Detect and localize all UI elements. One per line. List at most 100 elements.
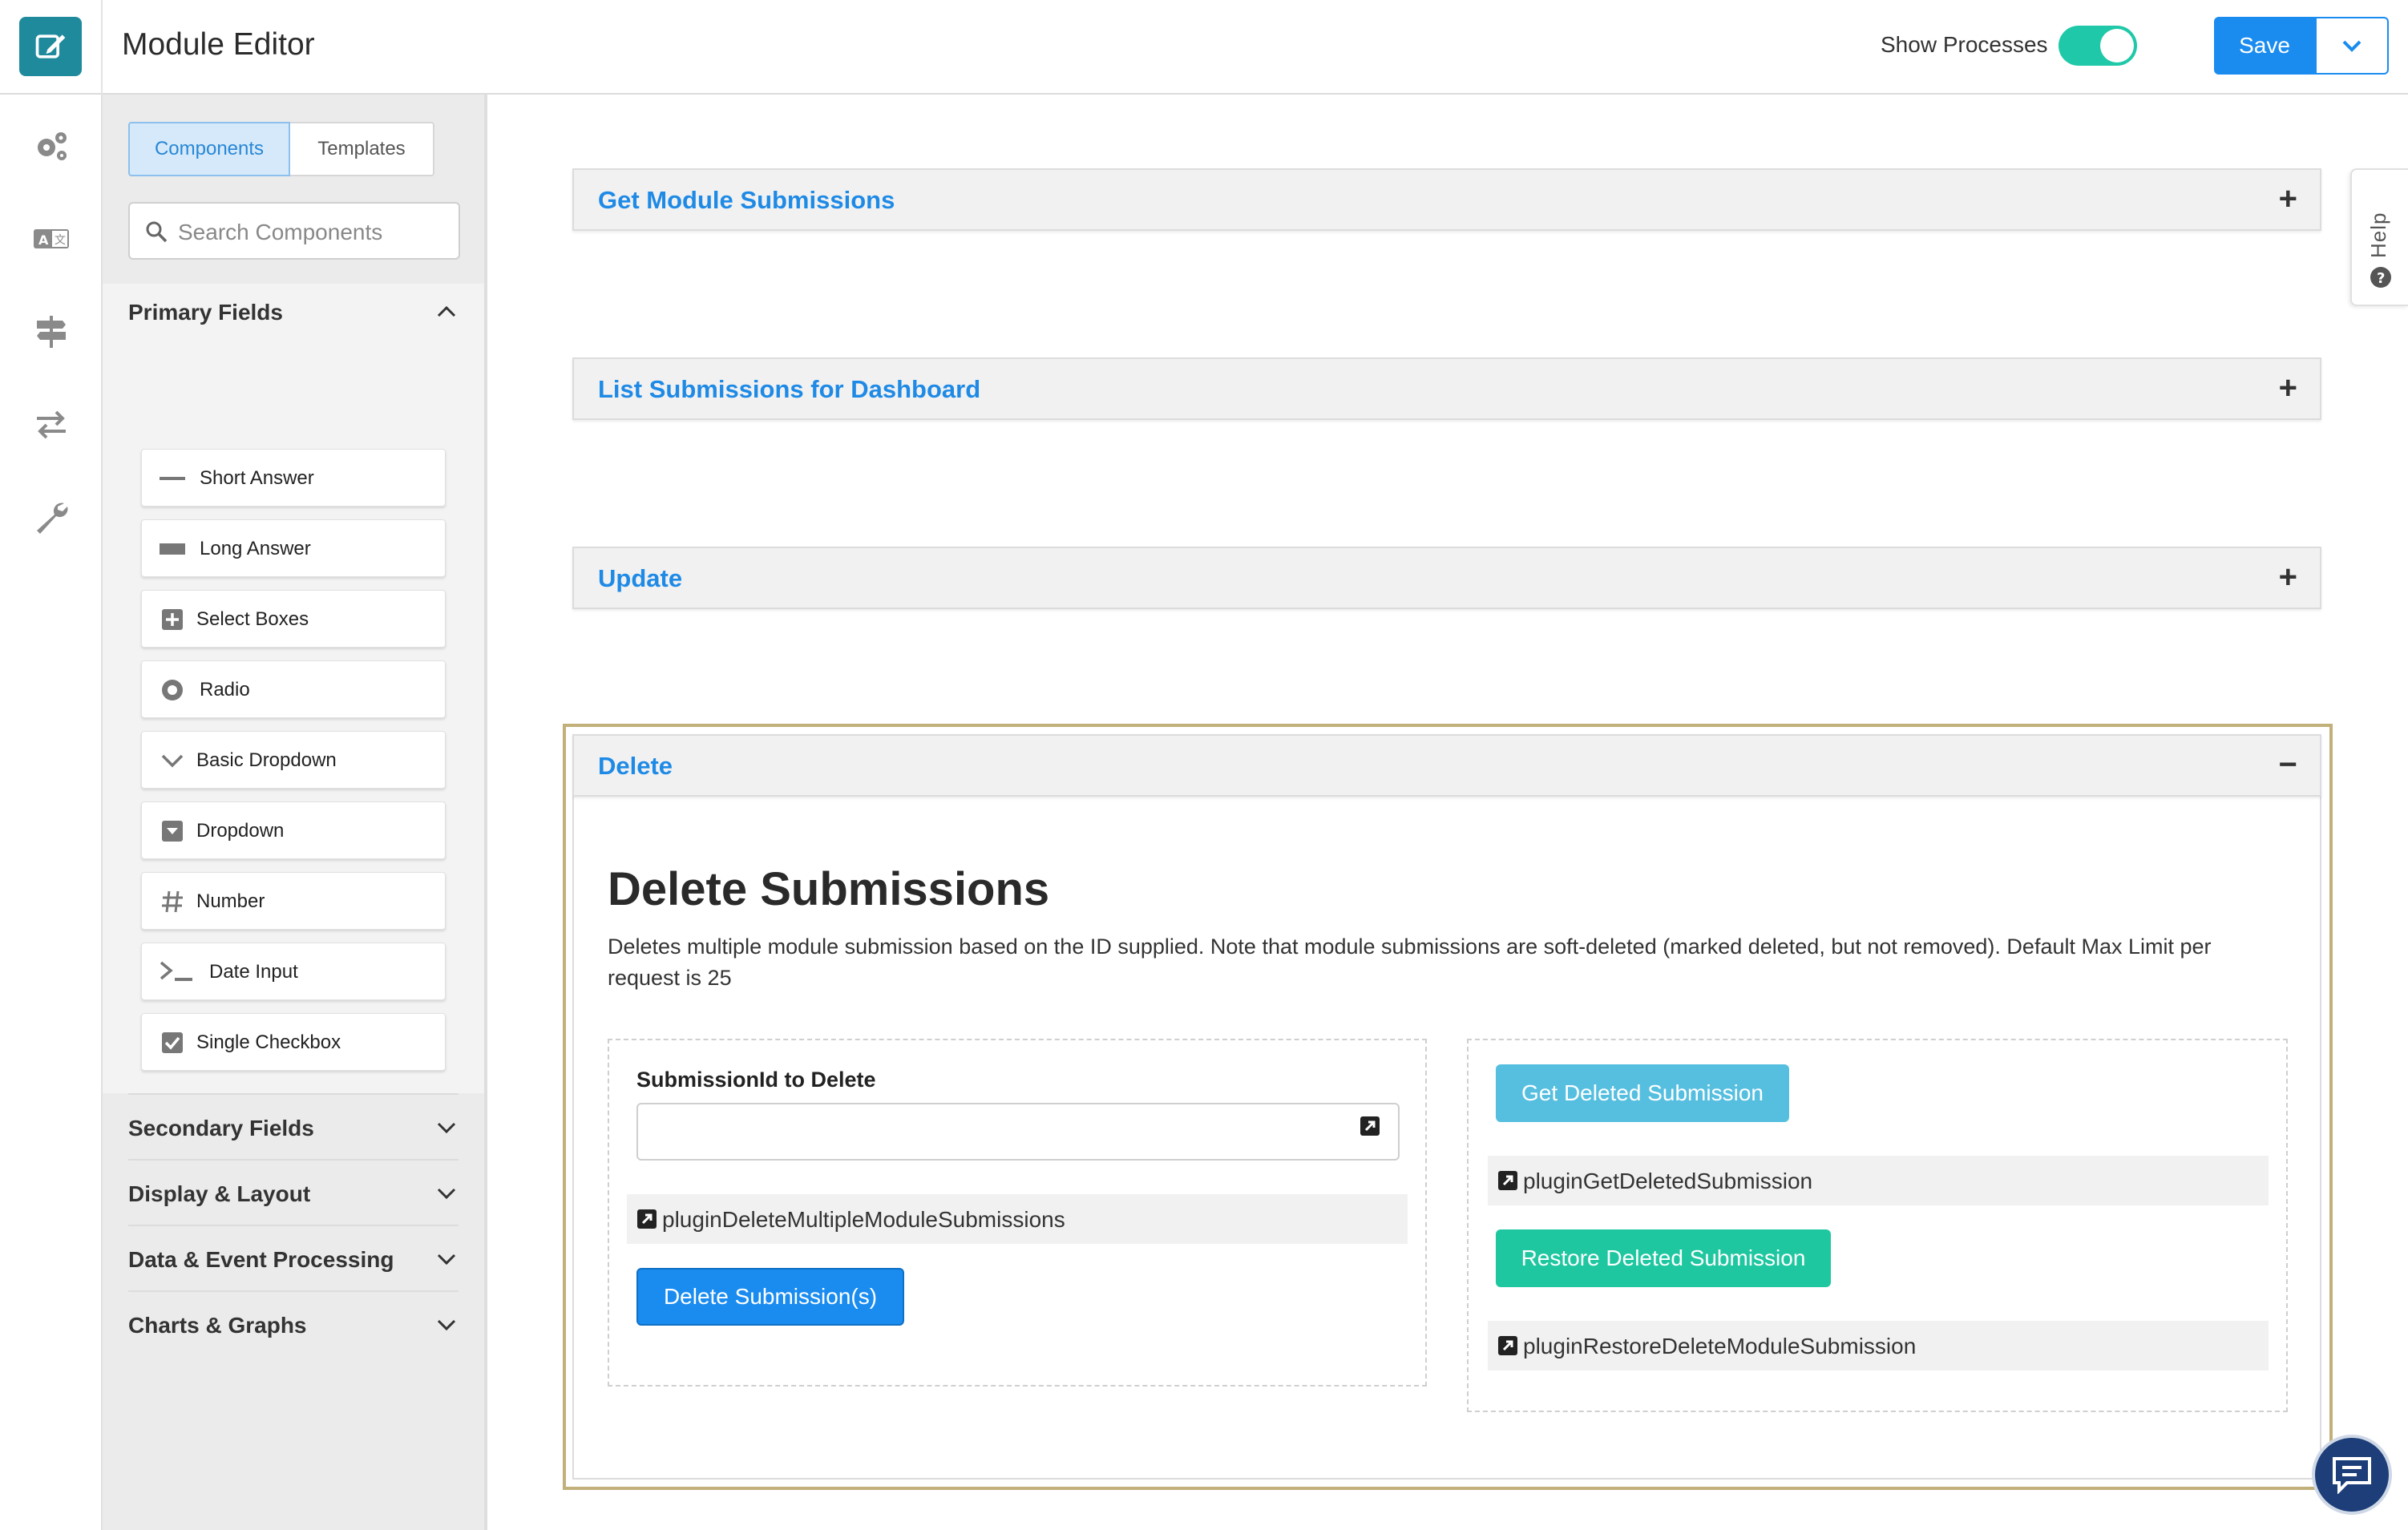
component-single-checkbox[interactable]: Single Checkbox [141, 1013, 446, 1071]
toggle-knob [2100, 29, 2134, 63]
components-panel: Components Templates Search Components P… [103, 95, 487, 1530]
component-label: Radio [200, 679, 250, 700]
section-list-submissions-dashboard[interactable]: List Submissions for Dashboard + [572, 357, 2321, 420]
tab-templates[interactable]: Templates [290, 122, 434, 176]
component-label: Long Answer [200, 538, 311, 559]
delete-submissions-button[interactable]: Delete Submission(s) [636, 1268, 904, 1326]
help-label: Help [2366, 212, 2390, 258]
plugin-name: pluginDeleteMultipleModuleSubmissions [662, 1207, 1065, 1232]
expand-icon[interactable]: + [2279, 183, 2297, 215]
save-options-button[interactable] [2315, 17, 2389, 75]
checkbox-icon [158, 1028, 187, 1057]
edit-icon[interactable] [19, 17, 82, 76]
plugin-delete-multiple-row[interactable]: pluginDeleteMultipleModuleSubmissions [627, 1194, 1408, 1244]
component-label: Short Answer [200, 467, 314, 489]
radio-icon [158, 676, 187, 704]
section-label: Display & Layout [128, 1181, 311, 1206]
section-update[interactable]: Update + [572, 547, 2321, 609]
external-link-icon [637, 1209, 657, 1229]
terminal-icon [158, 958, 195, 987]
primary-fields-header[interactable]: Primary Fields [128, 300, 283, 325]
question-circle-icon: ? [2370, 267, 2391, 288]
section-label: Charts & Graphs [128, 1313, 307, 1338]
external-link-icon[interactable] [1360, 1116, 1380, 1136]
search-placeholder: Search Components [178, 220, 383, 244]
hash-icon [158, 887, 187, 916]
component-label: Basic Dropdown [196, 749, 337, 771]
svg-text:文: 文 [55, 234, 66, 247]
long-answer-icon [158, 535, 187, 563]
gears-icon[interactable] [32, 127, 71, 165]
translate-icon[interactable]: A文 [32, 220, 71, 258]
section-get-module-submissions[interactable]: Get Module Submissions + [572, 168, 2321, 231]
save-button[interactable]: Save [2214, 17, 2315, 75]
chevron-down-icon [437, 1319, 456, 1331]
panel-tabs: Components Templates [128, 122, 434, 176]
section-label: Data & Event Processing [128, 1247, 394, 1272]
component-label: Single Checkbox [196, 1031, 341, 1053]
dropdown-square-icon [158, 817, 187, 846]
section-data-event-processing[interactable]: Data & Event Processing [128, 1225, 459, 1290]
primary-fields-section: Primary Fields Short Answer Long Answer … [103, 284, 484, 1093]
plugin-get-deleted-row[interactable]: pluginGetDeletedSubmission [1488, 1156, 2269, 1205]
short-answer-icon [158, 464, 187, 493]
exchange-icon[interactable] [32, 406, 71, 444]
component-select-boxes[interactable]: Select Boxes [141, 590, 446, 648]
component-label: Dropdown [196, 820, 285, 842]
show-processes-label: Show Processes [1881, 32, 2048, 57]
component-long-answer[interactable]: Long Answer [141, 519, 446, 577]
submission-id-label: SubmissionId to Delete [636, 1068, 876, 1092]
chevron-up-icon[interactable] [434, 300, 459, 324]
component-radio[interactable]: Radio [141, 660, 446, 718]
delete-heading: Delete Submissions [608, 863, 1050, 915]
chat-support-button[interactable] [2312, 1435, 2392, 1515]
section-label: Secondary Fields [128, 1116, 314, 1140]
help-tab[interactable]: Help ? [2350, 168, 2408, 306]
section-title: Get Module Submissions [598, 186, 895, 214]
expand-icon[interactable]: + [2279, 561, 2297, 593]
external-link-icon [1498, 1171, 1517, 1190]
section-charts-graphs[interactable]: Charts & Graphs [128, 1290, 459, 1356]
search-icon [146, 221, 168, 243]
collapse-icon[interactable]: − [2279, 749, 2297, 781]
get-deleted-submission-button[interactable]: Get Deleted Submission [1496, 1064, 1789, 1122]
tab-components[interactable]: Components [128, 122, 290, 176]
delete-description: Deletes multiple module submission based… [608, 935, 2212, 990]
component-label: Number [196, 890, 265, 912]
chevron-down-icon [158, 746, 187, 775]
signpost-icon[interactable] [32, 313, 71, 351]
component-basic-dropdown[interactable]: Basic Dropdown [141, 731, 446, 789]
section-delete[interactable]: Delete − [572, 734, 2321, 797]
page-title: Module Editor [122, 27, 315, 62]
chevron-down-icon [437, 1122, 456, 1134]
component-dropdown[interactable]: Dropdown [141, 801, 446, 859]
component-date-input[interactable]: Date Input [141, 943, 446, 1000]
show-processes-toggle[interactable] [2059, 26, 2137, 66]
section-title: Delete [598, 752, 673, 780]
search-input[interactable]: Search Components [128, 202, 460, 260]
submission-id-input[interactable] [636, 1103, 1400, 1161]
wrench-icon[interactable] [32, 499, 71, 537]
section-display-layout[interactable]: Display & Layout [128, 1159, 459, 1225]
chevron-down-icon [437, 1188, 456, 1200]
header-divider [101, 0, 103, 95]
plugin-name: pluginRestoreDeleteModuleSubmission [1523, 1334, 1917, 1358]
component-label: Date Input [209, 961, 298, 983]
expand-icon[interactable]: + [2279, 372, 2297, 404]
svg-text:A: A [38, 232, 49, 248]
top-header: Module Editor Show Processes Save [0, 0, 2408, 95]
external-link-icon [1498, 1336, 1517, 1355]
section-title: List Submissions for Dashboard [598, 375, 981, 403]
svg-text:?: ? [2377, 270, 2385, 287]
section-title: Update [598, 564, 683, 592]
component-short-answer[interactable]: Short Answer [141, 449, 446, 507]
plus-square-icon [158, 605, 187, 634]
section-secondary-fields[interactable]: Secondary Fields [128, 1093, 459, 1159]
restore-deleted-submission-button[interactable]: Restore Deleted Submission [1496, 1229, 1831, 1287]
component-number[interactable]: Number [141, 872, 446, 930]
plugin-restore-row[interactable]: pluginRestoreDeleteModuleSubmission [1488, 1321, 2269, 1371]
chat-icon [2333, 1457, 2371, 1494]
left-icon-rail: A文 [0, 95, 103, 1530]
chevron-down-icon [2342, 40, 2362, 52]
plugin-name: pluginGetDeletedSubmission [1523, 1169, 1813, 1193]
